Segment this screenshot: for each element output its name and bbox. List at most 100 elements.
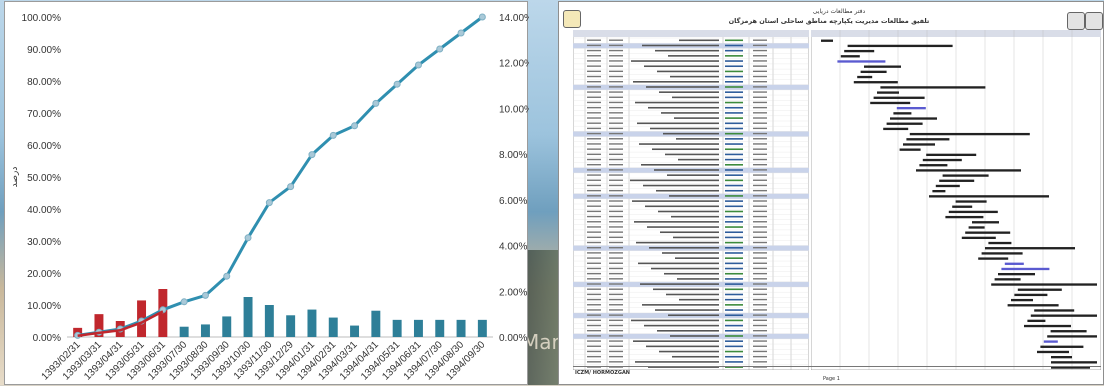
table-cell-text	[725, 330, 743, 332]
timeline-bar	[864, 65, 901, 68]
table-cell-text	[679, 39, 719, 42]
table-cell-text	[587, 252, 601, 254]
table-cell-text	[725, 148, 743, 151]
table-cell-text	[753, 112, 767, 114]
table-cell-text	[725, 324, 743, 327]
table-cell-text	[587, 91, 601, 93]
table-cell-text	[609, 278, 623, 280]
table-cell-text	[654, 169, 719, 171]
table-cell-text	[631, 60, 719, 62]
table-cell-text	[609, 304, 623, 306]
table-cell-text	[725, 335, 743, 337]
table-cell-text	[630, 179, 719, 182]
bar	[222, 316, 232, 337]
table-cell-text	[587, 257, 601, 259]
table-cell-text	[587, 262, 601, 264]
table-cell-text	[753, 55, 767, 57]
table-cell-text	[753, 39, 767, 41]
table-cell-text	[671, 215, 719, 218]
table-cell-text	[609, 221, 623, 223]
left-axis-tick-label: 100.00%	[22, 13, 62, 24]
timeline-bar	[1024, 324, 1071, 328]
series-point-planned	[287, 183, 295, 191]
table-cell-text	[609, 226, 623, 228]
table-cell-text	[753, 184, 767, 187]
right-axis-tick-label: 2.00%	[499, 287, 527, 298]
timeline-bar	[837, 60, 886, 63]
table-cell-text	[725, 195, 743, 197]
table-cell-text	[753, 304, 767, 306]
table-cell-text	[609, 174, 623, 176]
table-cell-text	[653, 288, 719, 291]
table-cell-text	[587, 106, 601, 109]
bar	[435, 319, 445, 337]
timeline-bar	[870, 101, 911, 105]
timeline-bar	[991, 283, 1097, 286]
gantt-report-panel: دفتر مطالعات دریایی تلفیق مطالعات مدیریت…	[558, 1, 1104, 385]
table-cell-text	[725, 226, 743, 228]
table-cell-text	[725, 283, 743, 285]
table-cell-text	[675, 257, 719, 259]
right-axis-tick-label: 8.00%	[499, 150, 527, 161]
table-cell-text	[725, 298, 743, 301]
table-cell-text	[725, 60, 743, 62]
table-cell-text	[609, 148, 623, 150]
table-cell-text	[753, 350, 767, 353]
table-cell-text	[725, 55, 743, 57]
table-cell-text	[609, 117, 623, 119]
table-cell-text	[753, 49, 767, 52]
series-point-planned	[372, 99, 380, 107]
table-cell-text	[665, 153, 719, 156]
table-cell-text	[609, 132, 623, 135]
timeline-bar	[860, 70, 887, 74]
table-cell-text	[609, 361, 623, 363]
table-cell-text	[644, 65, 719, 68]
table-cell-text	[753, 330, 767, 332]
table-cell-text	[609, 60, 623, 62]
table-cell-text	[753, 221, 767, 223]
table-cell-text	[725, 293, 743, 296]
table-cell-text	[725, 132, 743, 135]
table-cell-text	[725, 179, 743, 182]
table-cell-text	[609, 189, 623, 192]
timeline-bar	[1027, 319, 1046, 323]
table-cell-text	[609, 293, 623, 296]
table-cell-text	[725, 106, 743, 109]
table-cell-text	[587, 117, 601, 119]
table-cell-text	[674, 117, 719, 119]
timeline-bar	[955, 200, 987, 203]
table-cell-text	[660, 231, 719, 234]
table-cell-text	[663, 132, 719, 135]
table-cell-text	[679, 298, 719, 301]
timeline-bar	[906, 138, 950, 141]
table-cell-text	[753, 86, 767, 88]
table-cell-text	[725, 184, 743, 187]
table-cell-text	[609, 236, 623, 239]
timeline-bar	[978, 257, 1009, 260]
timeline-bar	[873, 96, 925, 99]
table-cell-text	[725, 91, 743, 93]
table-cell-text	[609, 106, 623, 109]
table-cell-text	[587, 70, 601, 73]
timeline-bar	[948, 210, 998, 214]
table-cell-text	[725, 112, 743, 114]
table-cell-text	[657, 70, 719, 73]
table-cell-text	[753, 195, 767, 197]
timeline-bar	[922, 158, 962, 162]
timeline-bar	[1014, 293, 1048, 297]
timeline-bar	[1051, 355, 1072, 359]
bar	[371, 310, 381, 337]
table-cell-text	[587, 340, 601, 342]
table-cell-text	[609, 262, 623, 264]
table-cell-text	[753, 127, 767, 130]
table-cell-text	[753, 132, 767, 135]
left-axis-tick-label: 0.00%	[33, 333, 61, 344]
timeline-bar	[981, 252, 1023, 255]
table-cell-text	[753, 189, 767, 192]
table-cell-text	[753, 340, 767, 342]
table-cell-text	[725, 44, 743, 47]
series-point-planned	[393, 80, 401, 88]
table-cell-text	[725, 174, 743, 176]
timeline-bar	[1037, 350, 1069, 354]
table-cell-text	[753, 293, 767, 296]
